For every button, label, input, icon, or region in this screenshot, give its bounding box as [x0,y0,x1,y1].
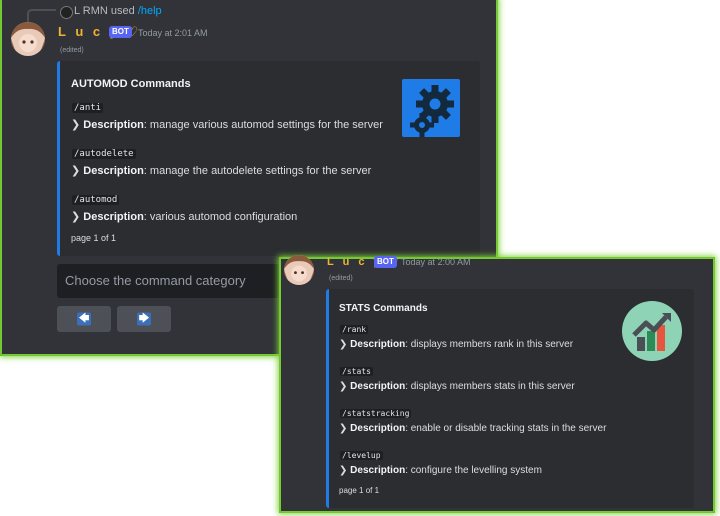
edited-label: (edited) [60,47,84,54]
description-label: Description [83,211,144,223]
description-label: Description [350,423,406,434]
gear-icon [402,79,460,137]
message-timestamp[interactable]: Today at 2:01 AM [138,28,208,38]
command-code: /statstracking [340,409,412,418]
embed-footer-page: page 1 of 1 [71,233,117,243]
command-description: ❯ Description: displays members rank in … [339,339,574,350]
description-label: Description [83,119,144,131]
description-text: : displays members stats in this server [405,381,575,392]
embed-title: AUTOMOD Commands [71,78,191,90]
next-page-button[interactable]: 🡆 [117,306,171,332]
select-placeholder: Choose the command category [65,273,246,288]
description-text: : enable or disable tracking stats in th… [405,423,607,434]
description-text: : manage the autodelete settings for the… [143,165,372,177]
description-label: Description [350,381,406,392]
command-description: ❯ Description: enable or disable trackin… [339,423,607,434]
reply-username[interactable]: L RMN [74,5,108,17]
command-code: /stats [340,367,373,376]
edited-label: (edited) [329,275,353,282]
reply-avatar[interactable] [60,6,73,19]
embed-title: STATS Commands [339,303,428,314]
command-description: ❯ Description: manage various automod se… [71,119,383,131]
arrow-left-icon: 🡄 [77,312,91,326]
command-description: ❯ Description: configure the levelling s… [339,465,542,476]
reply-command-link[interactable]: /help [138,5,162,17]
command-code: /automod [72,195,120,205]
reply-used-text: used [110,5,135,17]
command-description: ❯ Description: manage the autodelete set… [71,165,372,177]
stats-chart-icon [622,301,682,361]
command-code: /autodelete [72,149,136,159]
bot-avatar[interactable] [11,22,45,56]
command-code: /anti [72,103,104,113]
command-code: /levelup [340,451,383,460]
description-label: Description [350,465,406,476]
arrow-right-icon: 🡆 [137,312,151,326]
bot-avatar[interactable] [284,255,314,285]
description-text: : manage various automod settings for th… [143,119,383,131]
description-text: : various automod configuration [143,211,298,223]
stats-help-message: L u c y ♡ BOT Today at 2:00 AM (edited) … [281,255,713,511]
embed-card: AUTOMOD Commands /anti ❯ Description: ma… [57,61,480,256]
message-timestamp[interactable]: Today at 2:00 AM [401,257,471,267]
category-select[interactable]: Choose the command category [57,264,293,298]
embed-card: STATS Commands /rank ❯ Description: disp… [326,289,694,508]
command-description: ❯ Description: displays members stats in… [339,381,575,392]
previous-page-button[interactable]: 🡄 [57,306,111,332]
description-text: : configure the levelling system [405,465,542,476]
reply-line: L RMN used /help [74,5,162,17]
description-text: : displays members rank in this server [405,339,574,350]
command-description: ❯ Description: various automod configura… [71,211,298,223]
description-label: Description [83,165,144,177]
bot-badge: BOT [374,256,397,268]
embed-footer-page: page 1 of 1 [339,486,380,495]
command-code: /rank [340,325,369,334]
bot-badge: BOT [109,26,132,38]
description-label: Description [350,339,406,350]
